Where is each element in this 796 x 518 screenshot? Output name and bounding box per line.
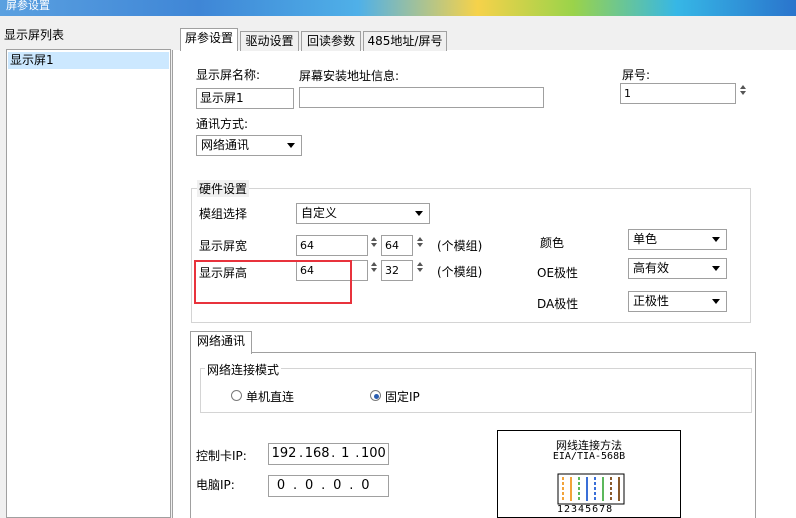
tab-readback-params[interactable]: 回读参数 [301,31,361,51]
da-polarity-value: 正极性 [633,294,670,308]
pc-ip-label: 电脑IP: [196,478,235,492]
pc-ip-input[interactable]: 0.0.0.0 [268,475,389,497]
list-item[interactable]: 显示屏1 [8,52,169,69]
oe-polarity-value: 高有效 [633,261,670,275]
screen-width-spinner[interactable] [369,235,379,257]
ip-octet: 0 [305,478,314,493]
oe-polarity-label: OE极性 [537,266,579,280]
ip-octet: 100 [361,446,386,461]
tab-screen-params[interactable]: 屏参设置 [180,28,238,51]
ip-octet: 168 [304,446,330,461]
module-select-label: 模组选择 [199,207,248,221]
radio-direct-label: 单机直连 [246,390,295,404]
radio-fixed-ip[interactable] [370,390,381,401]
chevron-down-icon [415,211,423,216]
height-modules-spinner[interactable] [415,260,425,282]
screen-number-input[interactable]: 1 [620,83,736,104]
ip-octet: 192 [271,446,297,461]
tab-driver-settings[interactable]: 驱动设置 [240,31,299,51]
screen-name-input[interactable]: 显示屏1 [196,88,294,109]
module-select[interactable]: 自定义 [296,203,430,224]
module-select-value: 自定义 [301,206,338,220]
screen-list-header: 显示屏列表 [4,28,65,42]
chevron-down-icon [287,143,295,148]
screen-list[interactable]: 显示屏1 [6,49,171,518]
ip-octet: 1 [341,446,350,461]
screen-number-label: 屏号: [622,68,651,82]
screen-width-input[interactable]: 64 [296,235,368,256]
width-unit-label: (个模组) [437,239,483,253]
screen-width-label: 显示屏宽 [199,239,248,253]
height-modules-input[interactable]: 32 [381,260,413,281]
ip-octet: 0 [276,478,286,493]
width-modules-input[interactable]: 64 [381,235,413,256]
card-ip-label: 控制卡IP: [196,449,247,463]
radio-fixed-label: 固定IP [385,390,420,404]
window-title: 屏参设置 [6,0,50,12]
ip-octet: 0 [361,478,370,493]
da-polarity-select[interactable]: 正极性 [628,291,727,312]
color-value: 单色 [633,232,658,246]
comm-mode-select[interactable]: 网络通讯 [196,135,302,156]
da-polarity-label: DA极性 [537,297,579,311]
cable-diagram: 网线连接方法 EIA/TIA-568B 12345678 [497,430,681,518]
rj45-connector-icon [557,473,625,505]
title-bar: 屏参设置 [0,0,796,16]
diagram-subtitle: EIA/TIA-568B [552,451,626,462]
color-label: 颜色 [540,236,565,250]
tab-network-comm[interactable]: 网络通讯 [190,331,252,354]
install-address-label: 屏幕安装地址信息: [299,69,400,83]
highlight-annotation-box [194,260,352,304]
chevron-down-icon [712,237,720,242]
card-ip-input[interactable]: 192. 168. 1. 100 [268,443,389,465]
chevron-down-icon [712,299,720,304]
screen-height-spinner[interactable] [369,260,379,282]
oe-polarity-select[interactable]: 高有效 [628,258,727,279]
color-select[interactable]: 单色 [628,229,727,250]
width-modules-spinner[interactable] [415,235,425,257]
tab-485-address[interactable]: 485地址/屏号 [363,31,447,51]
hardware-settings-title: 硬件设置 [197,180,250,197]
screen-number-spinner[interactable] [738,83,748,105]
screen-name-label: 显示屏名称: [196,68,261,82]
comm-mode-label: 通讯方式: [196,117,249,131]
pin-numbers: 12345678 [557,504,614,515]
radio-direct-connect[interactable] [231,390,242,401]
height-unit-label: (个模组) [437,265,483,279]
chevron-down-icon [712,266,720,271]
comm-mode-value: 网络通讯 [201,138,250,152]
ip-octet: 0 [333,478,342,493]
install-address-input[interactable] [299,87,544,108]
network-mode-title: 网络连接模式 [205,361,282,378]
